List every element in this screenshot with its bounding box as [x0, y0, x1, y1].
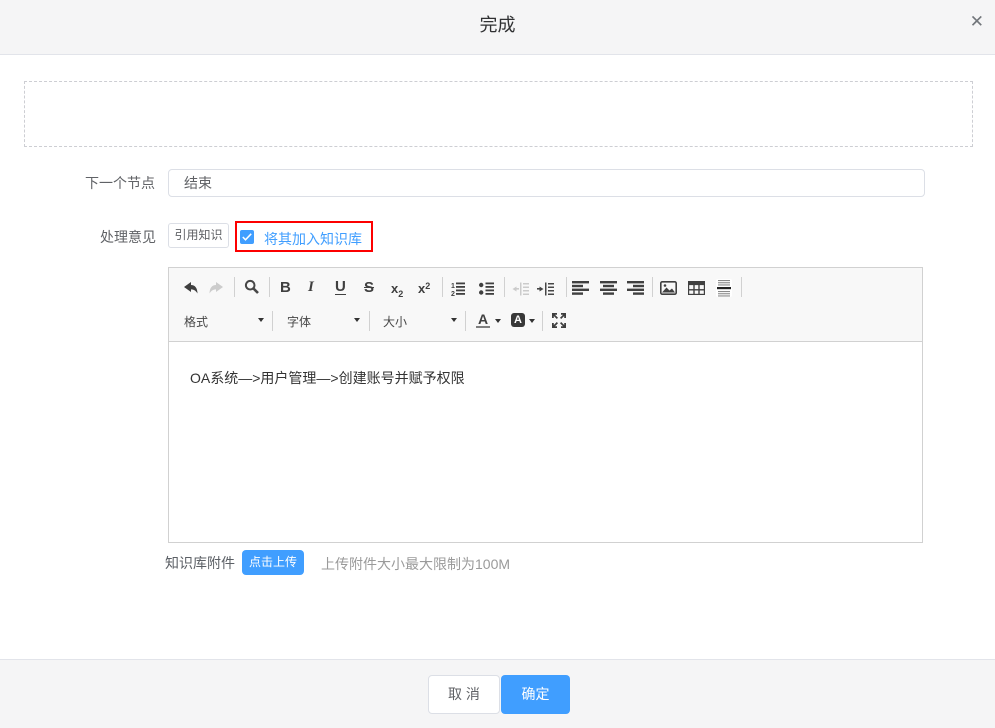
svg-text:2: 2 [451, 291, 455, 296]
svg-text:1: 1 [451, 283, 455, 290]
